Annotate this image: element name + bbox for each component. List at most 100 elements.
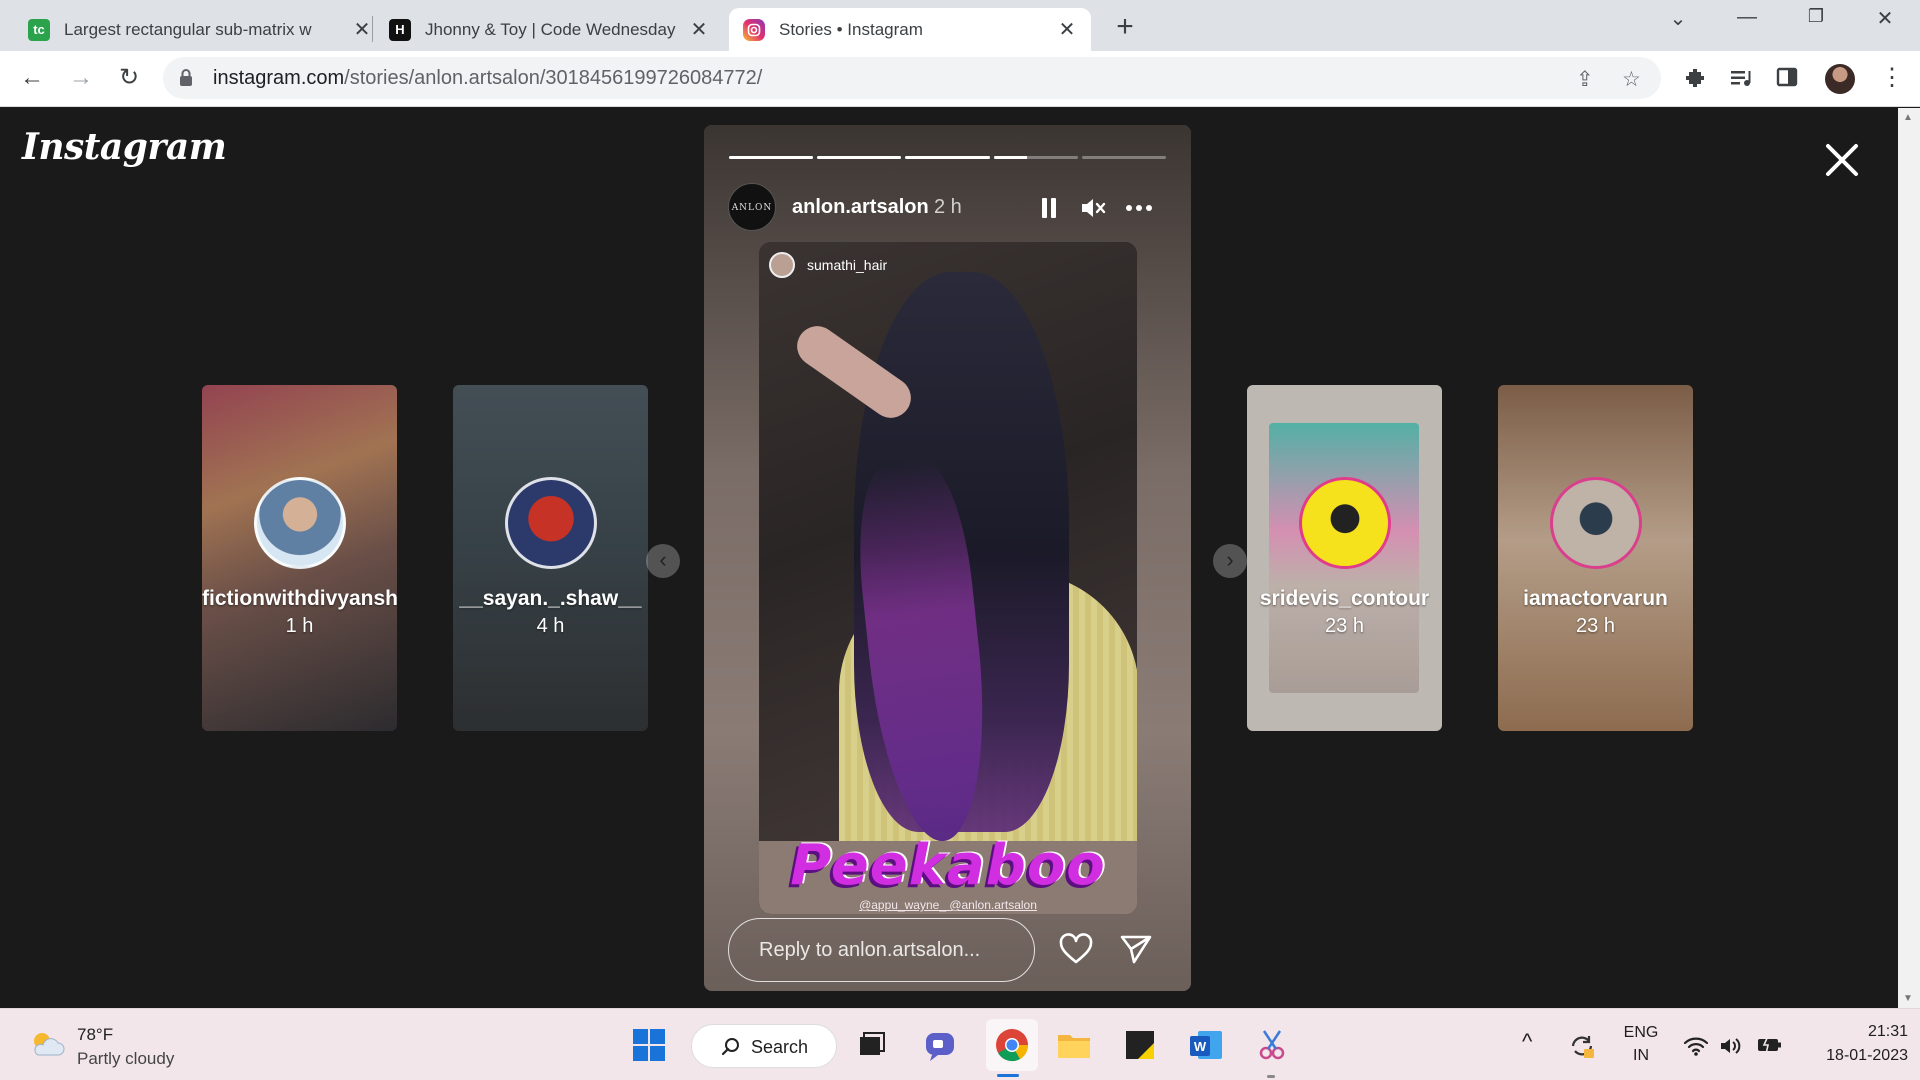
url-text[interactable]: instagram.com/stories/anlon.artsalon/301…: [213, 67, 762, 90]
story-username[interactable]: anlon.artsalon: [792, 196, 929, 219]
story-card-fictionwithdivyansh[interactable]: fictionwithdivyansh 1 h: [202, 385, 397, 731]
next-story-chevron-icon[interactable]: ›: [1213, 544, 1247, 578]
tab-instagram-stories[interactable]: Stories • Instagram ✕: [729, 8, 1091, 51]
tab-search-chevron-icon[interactable]: ⌄: [1658, 6, 1698, 31]
language-top[interactable]: ENG: [1621, 1024, 1661, 1042]
forward-arrow-icon[interactable]: →: [66, 63, 96, 93]
snipping-tool-icon[interactable]: [1250, 1023, 1294, 1067]
browser-toolbar: ← → ↻ instagram.com/stories/anlon.artsal…: [0, 51, 1920, 107]
tab-close-icon[interactable]: ✕: [1057, 17, 1077, 42]
sync-icon[interactable]: [1568, 1033, 1596, 1059]
reply-field[interactable]: [728, 918, 1035, 982]
active-story[interactable]: ANLON anlon.artsalon 2 h sumathi_hair Pe…: [704, 125, 1191, 991]
story-username: sridevis_contour: [1259, 587, 1430, 610]
side-panel-icon[interactable]: [1776, 66, 1798, 88]
svg-text:W: W: [1194, 1039, 1207, 1054]
tab-separator: [372, 16, 373, 42]
page-scrollbar[interactable]: ▲ ▼: [1898, 108, 1920, 1008]
story-time: 2 h: [934, 196, 962, 218]
story-time: 4 h: [536, 615, 565, 637]
address-bar[interactable]: instagram.com/stories/anlon.artsalon/301…: [163, 57, 1661, 99]
tab-title: Largest rectangular sub-matrix w: [64, 19, 312, 39]
weather-description: Partly cloudy: [77, 1049, 175, 1068]
share-icon[interactable]: ⇪: [1576, 67, 1594, 92]
avatar: [1549, 477, 1642, 569]
story-credit: @appu_wayne_ @anlon.artsalon: [859, 898, 1037, 912]
progress-segment: [905, 156, 990, 159]
search-icon: [721, 1038, 739, 1056]
scroll-up-arrow-icon[interactable]: ▲: [1903, 112, 1913, 123]
tagged-username: sumathi_hair: [807, 257, 888, 273]
active-app-indicator: [997, 1074, 1019, 1077]
back-arrow-icon[interactable]: ←: [17, 63, 47, 93]
avatar: [253, 477, 346, 569]
story-progress-bar: [729, 156, 1167, 159]
file-explorer-icon[interactable]: [1052, 1023, 1096, 1067]
reload-icon[interactable]: ↻: [114, 63, 144, 93]
scroll-down-arrow-icon[interactable]: ▼: [1903, 993, 1913, 1004]
clock-date[interactable]: 18-01-2023: [1796, 1047, 1908, 1065]
story-username: fictionwithdivyansh: [202, 587, 397, 610]
previous-story-chevron-icon[interactable]: ‹: [646, 544, 680, 578]
minimize-icon[interactable]: —: [1727, 6, 1767, 29]
story-headline: Peekaboo: [790, 833, 1106, 898]
more-options-icon[interactable]: [1124, 193, 1154, 223]
taskbar-search[interactable]: Search: [691, 1024, 837, 1068]
search-label: Search: [751, 1037, 809, 1057]
volume-icon[interactable]: [1718, 1034, 1742, 1058]
menu-kebab-icon[interactable]: ⋮: [1880, 63, 1904, 92]
battery-charging-icon[interactable]: [1756, 1035, 1784, 1055]
reply-input[interactable]: [759, 919, 1019, 981]
word-icon[interactable]: W: [1184, 1023, 1228, 1067]
story-time: 23 h: [1325, 615, 1364, 637]
hackerearth-favicon-icon: H: [389, 18, 411, 41]
new-tab-plus-icon[interactable]: +: [1110, 10, 1140, 44]
tab-close-icon[interactable]: ✕: [352, 17, 372, 42]
muted-speaker-icon[interactable]: [1078, 193, 1108, 223]
techcrunch-favicon-icon: tc: [28, 18, 50, 41]
story-time: 23 h: [1576, 615, 1615, 637]
tagged-user[interactable]: sumathi_hair: [769, 252, 887, 278]
story-header: ANLON anlon.artsalon 2 h: [728, 183, 1168, 231]
story-card-sridevis-contour[interactable]: sridevis_contour 23 h: [1247, 385, 1442, 731]
story-card-iamactorvarun[interactable]: iamactorvarun 23 h: [1498, 385, 1693, 731]
pause-icon[interactable]: [1034, 193, 1064, 223]
story-username: __sayan._.shaw__: [459, 587, 642, 610]
teams-chat-icon[interactable]: [918, 1023, 962, 1067]
story-photo: sumathi_hair Peekaboo @appu_wayne_ @anlo…: [759, 242, 1137, 914]
close-stories-icon[interactable]: [1820, 138, 1864, 182]
tab-jhonny-toy[interactable]: H Jhonny & Toy | Code Wednesday ✕: [375, 8, 723, 51]
progress-segment: [993, 156, 1078, 159]
wifi-icon[interactable]: [1683, 1035, 1709, 1057]
profile-avatar[interactable]: [1825, 64, 1855, 94]
lock-icon: [180, 69, 192, 86]
windows-taskbar: 78°F Partly cloudy Search W ^ ENG IN 21:…: [0, 1008, 1920, 1080]
chrome-icon[interactable]: [990, 1023, 1034, 1067]
clock-time[interactable]: 21:31: [1852, 1023, 1908, 1041]
story-time: 1 h: [285, 615, 314, 637]
task-view-icon[interactable]: [850, 1023, 894, 1067]
partly-cloudy-icon[interactable]: [28, 1029, 66, 1059]
send-direct-icon[interactable]: [1118, 931, 1154, 967]
story-avatar[interactable]: ANLON: [728, 183, 776, 231]
story-username: iamactorvarun: [1523, 587, 1668, 610]
language-bottom[interactable]: IN: [1621, 1047, 1661, 1065]
bookmark-star-icon[interactable]: ☆: [1622, 67, 1641, 92]
tab-close-icon[interactable]: ✕: [689, 17, 709, 42]
browser-tab-strip: tc Largest rectangular sub-matrix w ✕ H …: [0, 0, 1920, 51]
heart-like-icon[interactable]: [1058, 931, 1094, 967]
sticky-notes-icon[interactable]: [1118, 1023, 1162, 1067]
media-control-icon[interactable]: [1729, 66, 1753, 90]
tab-title: Jhonny & Toy | Code Wednesday: [425, 19, 676, 39]
instagram-stories-page: Instagram fictionwithdivyansh 1 h __saya…: [0, 108, 1898, 1008]
tab-title: Stories • Instagram: [779, 19, 923, 39]
extensions-puzzle-icon[interactable]: [1683, 66, 1707, 90]
instagram-logo[interactable]: Instagram: [22, 126, 227, 168]
avatar: [1298, 477, 1391, 569]
show-hidden-icons-chevron-icon[interactable]: ^: [1522, 1029, 1532, 1055]
windows-start-icon[interactable]: [627, 1023, 671, 1067]
tab-largest-rectangular[interactable]: tc Largest rectangular sub-matrix w ✕: [14, 8, 386, 51]
restore-icon[interactable]: ❐: [1796, 6, 1836, 27]
story-card-sayan-shaw[interactable]: __sayan._.shaw__ 4 h: [453, 385, 648, 731]
window-close-icon[interactable]: ✕: [1865, 6, 1905, 31]
